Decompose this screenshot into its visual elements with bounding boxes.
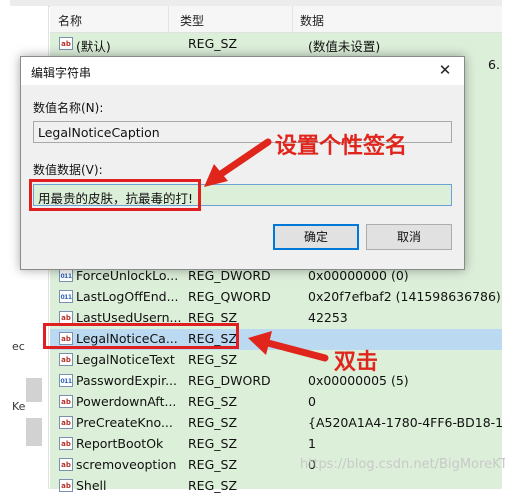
row-name: LegalNoticeText: [76, 352, 175, 367]
string-value-icon: ab: [59, 458, 73, 471]
close-icon[interactable]: ✕: [436, 61, 454, 79]
table-row[interactable]: ab LegalNoticeText REG_SZ: [50, 350, 502, 371]
table-row[interactable]: ab ReportBootOk REG_SZ 1: [50, 434, 502, 455]
row-name: LastLogOffEnd...: [76, 289, 179, 304]
tree-fragment: Ke: [12, 400, 26, 413]
string-value-icon: ab: [59, 395, 73, 408]
string-value-icon: ab: [59, 437, 73, 450]
row-type: REG_SZ: [188, 352, 238, 367]
row-name: scremoveoption: [76, 457, 177, 472]
row-data: 1: [308, 436, 316, 451]
row-type: REG_SZ: [188, 436, 238, 451]
highlight-box-data: [29, 179, 201, 211]
highlight-box-selected-row: [43, 323, 239, 349]
row-name: ForceUnlockLo...: [76, 268, 179, 283]
string-value-icon: ab: [59, 37, 73, 50]
table-row[interactable]: ab Shell REG_SZ: [50, 476, 502, 497]
string-value-icon: ab: [59, 353, 73, 366]
row-name: ReportBootOk: [76, 436, 164, 451]
column-type[interactable]: 类型: [180, 12, 204, 29]
value-name-label: 数值名称(N):: [33, 101, 104, 115]
row-type: REG_SZ: [188, 457, 238, 472]
dialog-title: 编辑字符串: [31, 66, 92, 80]
binary-value-icon: 011: [59, 290, 73, 303]
table-row[interactable]: 011 LastLogOffEnd... REG_QWORD 0x20f7efbaf2…: [50, 287, 502, 308]
row-data: 42253: [308, 310, 348, 325]
row-type: REG_DWORD: [188, 373, 271, 388]
annotation-double-click: 双击: [334, 350, 379, 375]
string-value-icon: ab: [59, 479, 73, 492]
binary-value-icon: 011: [59, 269, 73, 282]
column-name[interactable]: 名称: [58, 12, 82, 29]
row-name: PowerdownAft...: [76, 394, 177, 409]
value-data-label: 数值数据(V):: [33, 163, 103, 177]
string-value-icon: ab: [59, 416, 73, 429]
dialog-titlebar: 编辑字符串 ✕: [21, 57, 464, 85]
tree-scroll-thumb[interactable]: [26, 418, 42, 446]
row-type: REG_DWORD: [188, 268, 271, 283]
row-data: 0x00000000 (0): [308, 268, 409, 283]
row-data: 0x20f7efbaf2 (141598636786): [308, 289, 501, 304]
ok-button[interactable]: 确定: [273, 224, 359, 250]
row-type: REG_SZ: [188, 394, 238, 409]
column-header: 名称 类型 数据: [50, 6, 502, 33]
cancel-button[interactable]: 取消: [366, 224, 452, 250]
table-row[interactable]: 011 PasswordExpir... REG_DWORD 0x00000005 (…: [50, 371, 502, 392]
row-data: {A520A1A4-1780-4FF6-BD18-1: [308, 415, 504, 430]
table-row[interactable]: ab PreCreateKno... REG_SZ {A520A1A4-1780-4F…: [50, 413, 504, 434]
column-data[interactable]: 数据: [300, 12, 324, 29]
edit-string-dialog: 编辑字符串 ✕ 数值名称(N): LegalNoticeCaption 数值数据…: [20, 56, 465, 270]
row-name: PreCreateKno...: [76, 415, 173, 430]
row-name: Shell: [76, 478, 107, 493]
watermark: https://blog.csdn.net/BigMoreKT: [300, 457, 505, 472]
table-row[interactable]: ab (默认) REG_SZ (数值未设置): [50, 34, 502, 55]
tree-fragment: ec: [12, 340, 25, 353]
row-type: REG_SZ: [188, 478, 238, 493]
row-name: PasswordExpir...: [76, 373, 178, 388]
binary-value-icon: 011: [59, 374, 73, 387]
table-row[interactable]: ab PowerdownAft... REG_SZ 0: [50, 392, 502, 413]
row-type: REG_QWORD: [188, 289, 271, 304]
row-data: 0: [308, 394, 316, 409]
tree-scroll-thumb[interactable]: [26, 378, 42, 402]
annotation-set-signature: 设置个性签名: [275, 134, 408, 159]
row-type: REG_SZ: [188, 415, 238, 430]
